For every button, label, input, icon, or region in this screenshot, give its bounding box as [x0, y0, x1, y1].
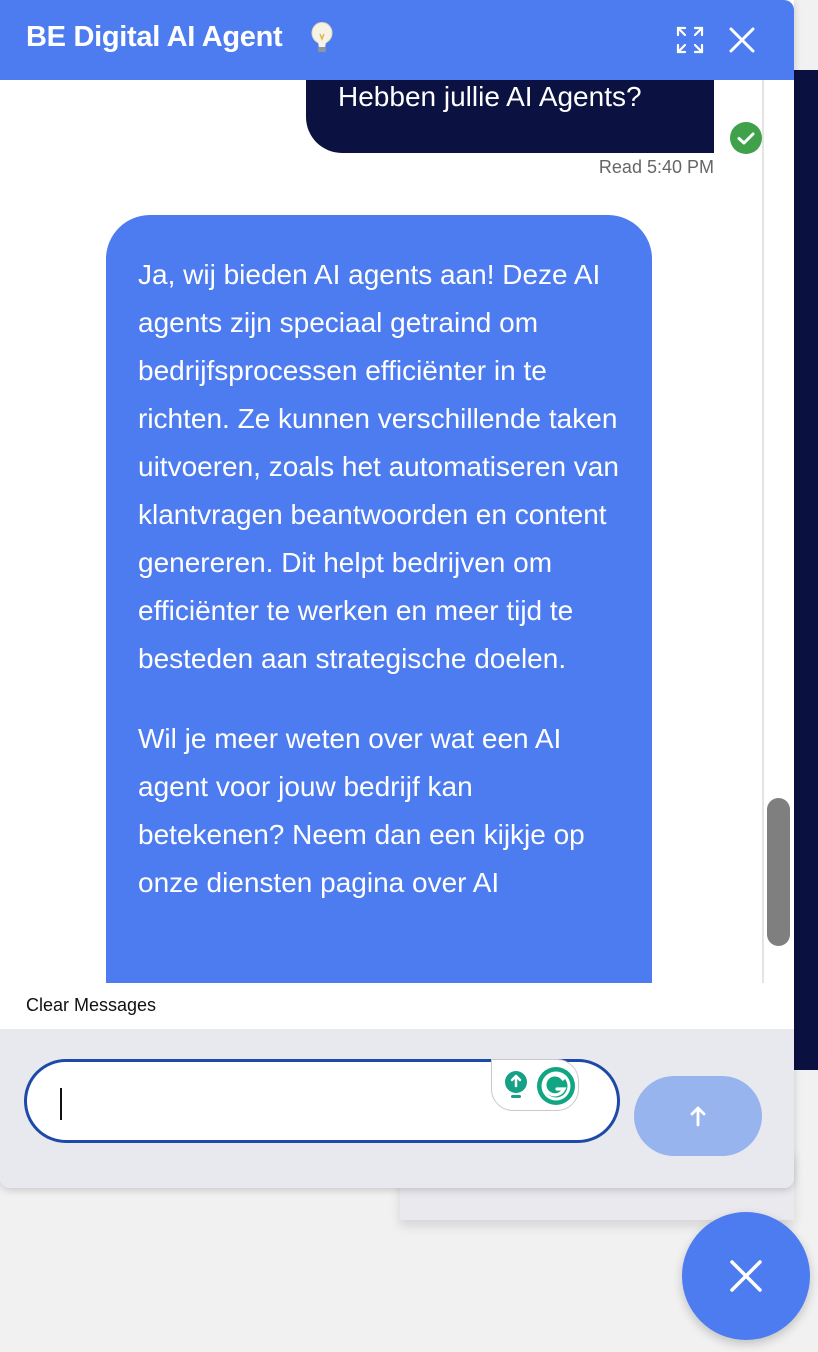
clear-messages-button[interactable]: Clear Messages — [26, 995, 156, 1016]
message-list: Hebben jullie AI Agents? Read 5:40 PM Ja… — [0, 80, 794, 983]
close-icon[interactable] — [726, 24, 758, 56]
user-message-text: Hebben jullie AI Agents? — [338, 81, 642, 112]
scrollbar-thumb[interactable] — [767, 798, 790, 946]
grammarly-widget[interactable] — [491, 1059, 579, 1111]
send-button[interactable] — [634, 1076, 762, 1156]
text-caret — [60, 1088, 62, 1120]
clear-bar: Clear Messages — [0, 983, 794, 1029]
read-status: Read 5:40 PM — [598, 157, 714, 177]
scrollbar-track — [762, 80, 764, 983]
message-input[interactable] — [24, 1059, 620, 1143]
page-background-strip — [794, 70, 818, 1070]
chat-header: BE Digital AI Agent — [0, 0, 794, 80]
close-icon — [730, 1260, 762, 1292]
expand-icon[interactable] — [674, 24, 706, 56]
chat-widget: BE Digital AI Agent Hebben jullie AI Age… — [0, 0, 794, 1188]
chat-title: BE Digital AI Agent — [26, 21, 283, 53]
lightbulb-icon — [311, 22, 333, 52]
assistant-message-paragraph: Ja, wij bieden AI agents aan! Deze AI ag… — [138, 259, 619, 674]
user-message-bubble: Hebben jullie AI Agents? — [306, 80, 714, 153]
close-chat-fab[interactable] — [682, 1212, 810, 1340]
arrow-up-icon — [690, 1106, 706, 1127]
read-check-icon — [730, 122, 762, 154]
assistant-message-paragraph: Wil je meer weten over wat een AI agent … — [138, 723, 585, 898]
composer — [0, 1029, 794, 1188]
assistant-message-bubble: Ja, wij bieden AI agents aan! Deze AI ag… — [106, 215, 652, 983]
grammarly-suggestion-icon[interactable] — [502, 1070, 530, 1102]
grammarly-icon[interactable] — [536, 1066, 576, 1106]
